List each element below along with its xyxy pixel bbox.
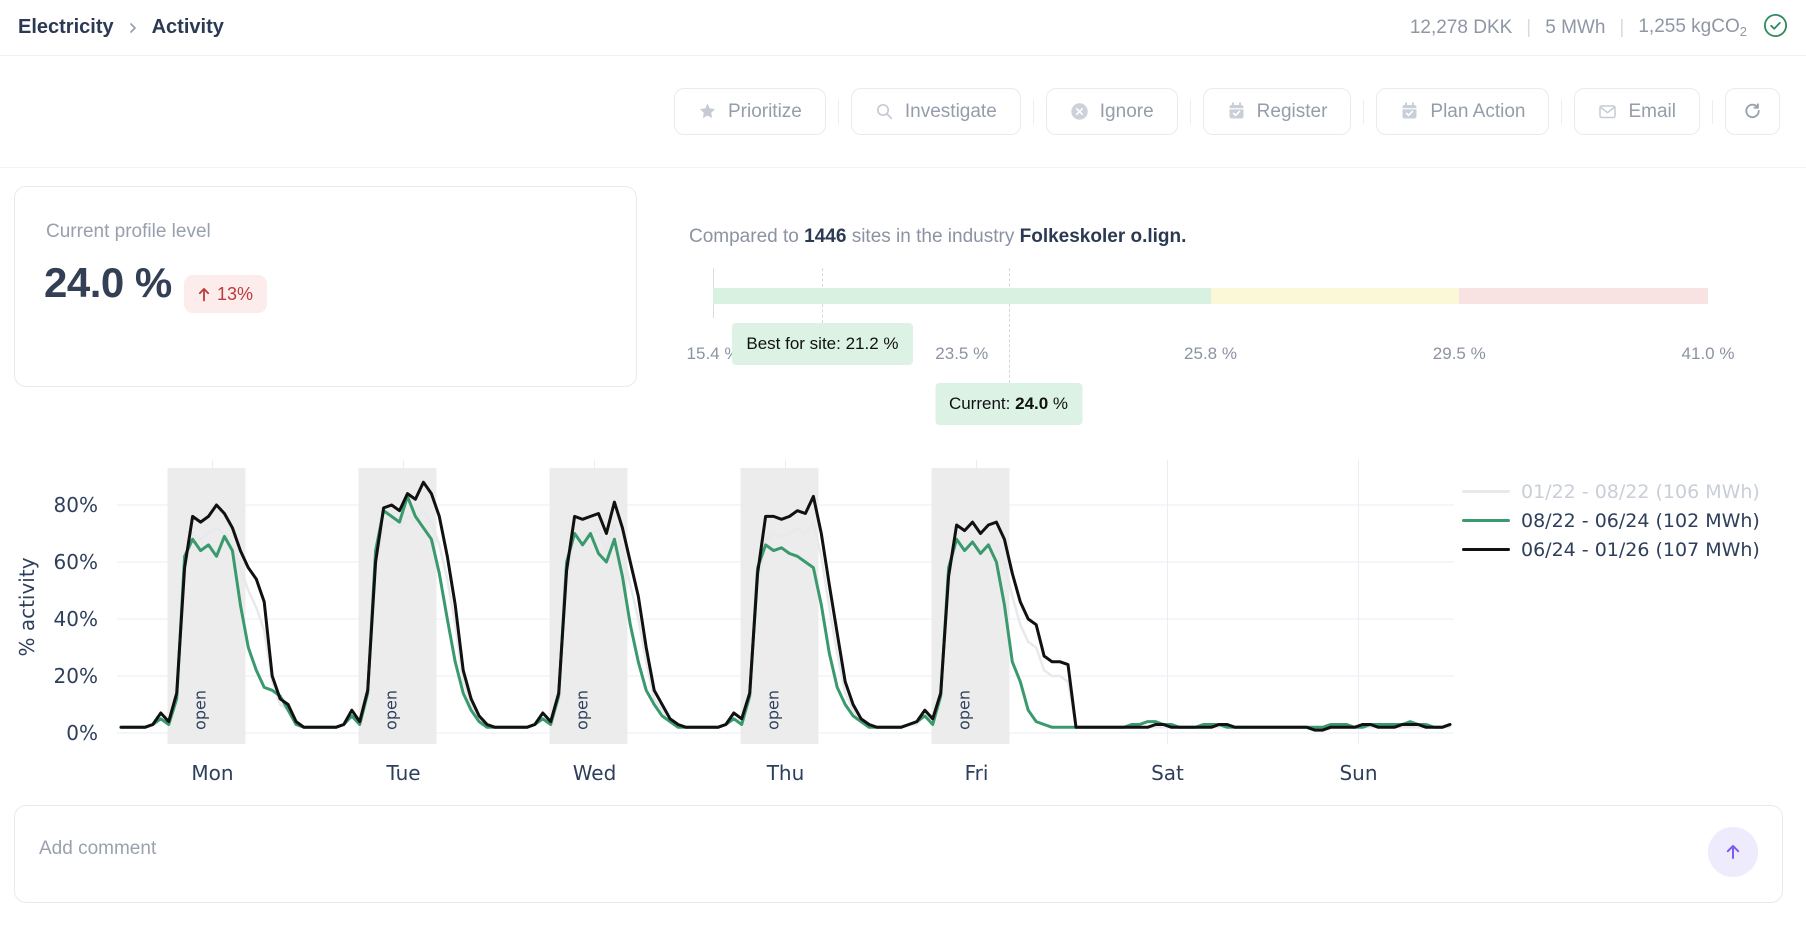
y-tick-label: 20% — [54, 664, 98, 688]
x-day-label: Sat — [1151, 761, 1184, 785]
distribution-segment-medium — [1211, 288, 1460, 304]
legend-line-swatch — [1462, 519, 1510, 522]
tooltip-label: Current: — [949, 394, 1010, 413]
x-day-label: Thu — [766, 761, 805, 785]
arrow-up-icon — [198, 287, 210, 302]
site-count: 1446 — [804, 226, 846, 247]
distribution-segment-good — [713, 288, 1211, 304]
comment-input[interactable] — [15, 806, 1782, 902]
legend-line-swatch — [1462, 490, 1510, 493]
best-for-site-tooltip: Best for site: 21.2 % — [732, 323, 912, 365]
comment-box — [14, 805, 1783, 903]
legend-row[interactable]: 08/22 - 06/24 (102 MWh) — [1462, 506, 1760, 535]
activity-page: Electricity Activity 12,278 DKK|5 MWh|1,… — [0, 0, 1806, 926]
tooltip-label: Best for site: — [746, 334, 840, 353]
tooltip-value: 21.2 % — [846, 334, 899, 353]
x-day-label: Mon — [191, 761, 233, 785]
weekly-activity-chart: open open open open open 0% 20% 40% 60% 80% Mon Tue… — [0, 0, 1806, 926]
distribution-segment-poor — [1459, 288, 1708, 304]
legend-label: 06/24 - 01/26 (107 MWh) — [1521, 539, 1760, 561]
card-title: Current profile level — [46, 221, 211, 243]
chart-legend: 01/22 - 08/22 (106 MWh) 08/22 - 06/24 (10… — [1462, 477, 1760, 564]
legend-row[interactable]: 01/22 - 08/22 (106 MWh) — [1462, 477, 1760, 506]
legend-label: 08/22 - 06/24 (102 MWh) — [1521, 510, 1760, 532]
open-band-label: open — [191, 690, 210, 730]
current-profile-card: Current profile level 24.0 % 13% — [14, 186, 637, 387]
y-tick-label: 40% — [54, 607, 98, 631]
y-tick-label: 60% — [54, 550, 98, 574]
y-axis-label: % activity — [15, 557, 39, 656]
x-day-label: Sun — [1339, 761, 1377, 785]
legend-line-swatch — [1462, 548, 1510, 551]
x-day-label: Wed — [573, 761, 617, 785]
comparison-title-middle: sites in the industry — [852, 226, 1015, 247]
open-band-label: open — [764, 690, 783, 730]
open-band-label: open — [382, 690, 401, 730]
tooltip-value: 24.0 — [1015, 394, 1048, 413]
open-band-label: open — [573, 690, 592, 730]
change-badge-value: 13% — [217, 284, 253, 305]
industry-distribution-bar — [713, 288, 1708, 304]
arrow-up-icon — [1723, 842, 1743, 862]
y-tick-label: 0% — [66, 721, 98, 745]
tooltip-suffix: % — [1048, 394, 1068, 413]
change-badge: 13% — [184, 275, 267, 313]
current-profile-value: 24.0 % — [44, 259, 172, 307]
send-comment-button[interactable] — [1708, 827, 1758, 877]
x-day-label: Tue — [385, 761, 420, 785]
open-band-label: open — [955, 690, 974, 730]
comparison-title-prefix: Compared to — [689, 226, 799, 247]
current-tooltip: Current: 24.0 % — [935, 383, 1082, 425]
legend-row[interactable]: 06/24 - 01/26 (107 MWh) — [1462, 535, 1760, 564]
industry-name: Folkeskoler o.lign. — [1020, 226, 1187, 247]
y-tick-label: 80% — [54, 493, 98, 517]
legend-label: 01/22 - 08/22 (106 MWh) — [1521, 481, 1760, 503]
comparison-title: Compared to 1446 sites in the industry F… — [689, 226, 1186, 248]
x-day-label: Fri — [965, 761, 989, 785]
